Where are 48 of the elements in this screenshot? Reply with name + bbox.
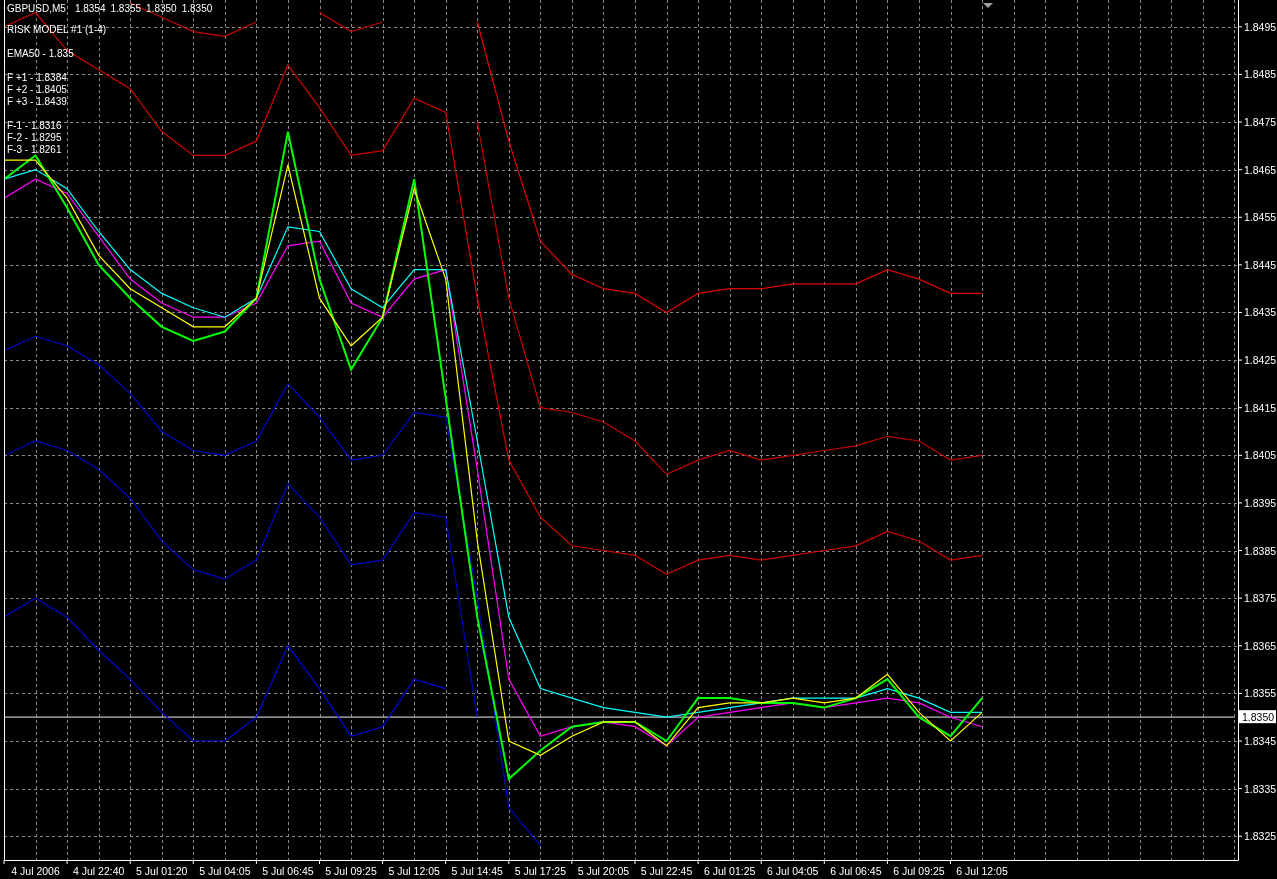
time-axis-label: 5 Jul 09:25: [325, 865, 377, 877]
price-axis-label: 1.8465: [1244, 163, 1277, 176]
shift-marker-icon: [983, 3, 993, 8]
price-axis-label: 1.8345: [1244, 734, 1277, 747]
indicator-label: EMA50 - 1.835: [7, 48, 75, 60]
time-axis-label: 6 Jul 06:45: [830, 865, 882, 877]
current-price-label: 1.8350: [1239, 710, 1276, 724]
price-axis-label: 1.8325: [1244, 830, 1277, 843]
time-axis-label: 5 Jul 04:05: [199, 865, 251, 877]
indicator-label: F +3 - 1.8439: [7, 96, 68, 108]
time-axis-label: 5 Jul 14:45: [451, 865, 503, 877]
quote-value: 1.8354: [74, 3, 106, 15]
price-axis-label: 1.8455: [1244, 211, 1277, 224]
price-axis-label: 1.8445: [1244, 258, 1277, 271]
time-axis-label: 6 Jul 12:05: [956, 865, 1008, 877]
time-axis-label: 5 Jul 20:05: [577, 865, 630, 877]
time-axis-label: 4 Jul 2006: [11, 865, 60, 877]
price-axis-label: 1.8425: [1244, 354, 1277, 367]
time-axis-label: 5 Jul 01:20: [136, 865, 188, 877]
indicator-label: F-2 - 1.8295: [7, 132, 63, 144]
price-axis-label: 1.8475: [1244, 116, 1277, 129]
quote-value: 1.8355: [110, 3, 142, 15]
symbol-label: GBPUSD,M5: [7, 3, 66, 15]
price-axis-label: 1.8355: [1244, 687, 1277, 700]
time-axis-label: 5 Jul 22:45: [640, 865, 693, 877]
price-axis-label: 1.8335: [1244, 782, 1277, 795]
time-axis-label: 5 Jul 17:25: [514, 865, 567, 877]
price-axis-label: 1.8395: [1244, 496, 1277, 509]
price-axis-label: 1.8415: [1244, 401, 1277, 414]
time-axis-label: 5 Jul 12:05: [388, 865, 440, 877]
price-axis-label: 1.8405: [1244, 449, 1277, 462]
indicator-label: F-3 - 1.8261: [7, 144, 63, 156]
price-axis-label: 1.8435: [1244, 306, 1277, 319]
price-axis-label: 1.8375: [1244, 592, 1277, 605]
quote-value: 1.8350: [146, 3, 177, 15]
quote-value: 1.8350: [181, 3, 213, 15]
indicator-label: F +2 - 1.8405: [7, 84, 68, 96]
price-axis-label: 1.8485: [1244, 68, 1277, 81]
time-axis-label: 6 Jul 04:05: [767, 865, 819, 877]
price-axis-label: 1.8495: [1244, 20, 1277, 33]
time-axis-label: 6 Jul 09:25: [893, 865, 945, 877]
time-axis-label: 4 Jul 22:40: [72, 865, 125, 877]
time-axis-label: 6 Jul 01:25: [703, 865, 756, 877]
time-axis-label: 5 Jul 06:45: [262, 865, 314, 877]
price-axis-label: 1.8385: [1244, 544, 1277, 557]
indicator-label: F-1 - 1.8316: [7, 120, 63, 132]
indicator-label: F +1 - 1.8384: [7, 72, 68, 84]
price-axis-label: 1.8365: [1244, 639, 1277, 652]
